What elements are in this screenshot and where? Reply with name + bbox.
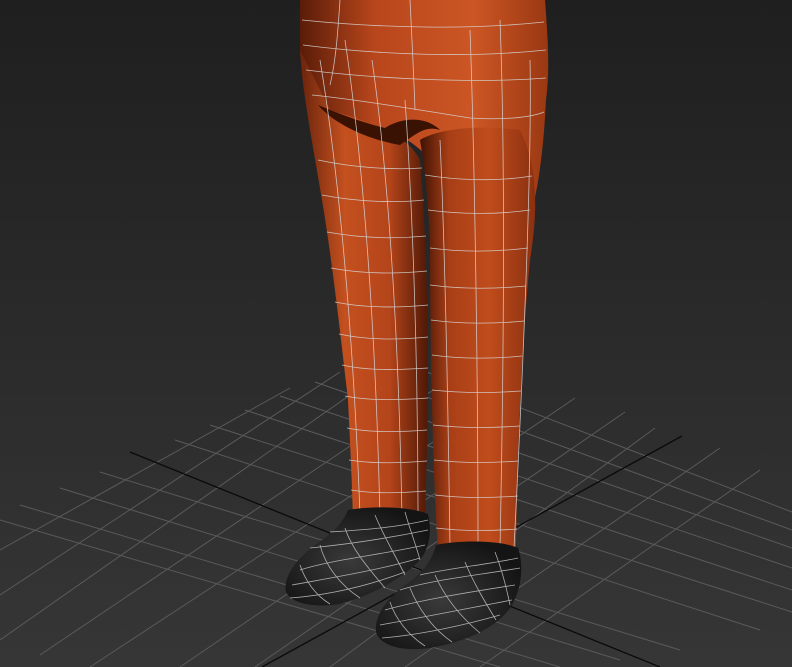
3d-viewport[interactable]	[0, 0, 792, 667]
character-model[interactable]	[285, 0, 549, 650]
viewport-canvas[interactable]	[0, 0, 792, 667]
